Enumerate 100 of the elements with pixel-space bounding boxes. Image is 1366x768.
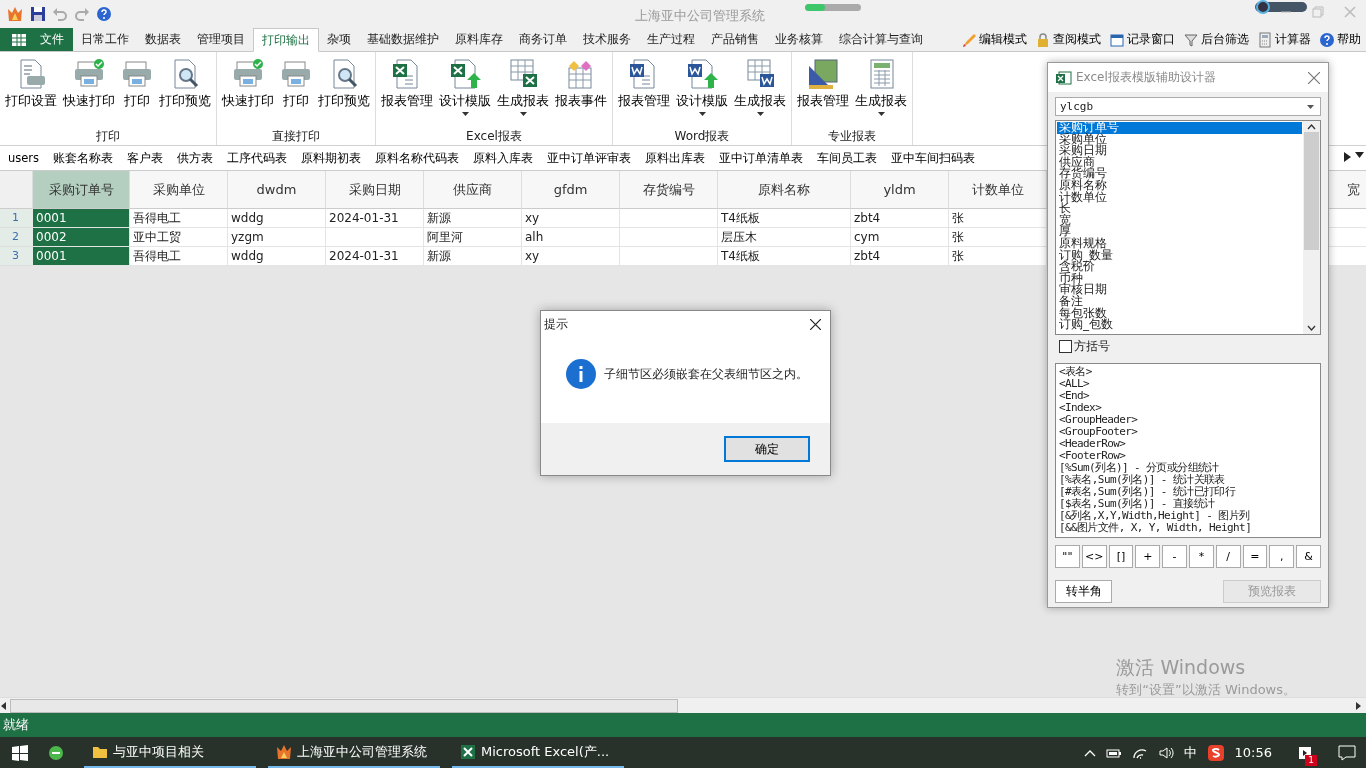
taskbar-button[interactable]: 上海亚中公司管理系统 bbox=[268, 737, 440, 768]
file-tab[interactable]: 文件 bbox=[0, 28, 73, 51]
menu-tab[interactable]: 业务核算 bbox=[767, 28, 831, 51]
sheet-tab[interactable]: 亚中车间扫码表 bbox=[883, 150, 982, 166]
snippet-line[interactable]: <FooterRow> bbox=[1059, 450, 1317, 462]
action-center-icon[interactable] bbox=[1338, 744, 1356, 761]
menu-tab[interactable]: 生产过程 bbox=[639, 28, 703, 51]
sheet-tab[interactable]: 供方表 bbox=[169, 150, 220, 166]
ribbon-button[interactable]: 报表管理 bbox=[380, 58, 434, 122]
save-icon[interactable] bbox=[30, 6, 46, 22]
next-icon[interactable] bbox=[1344, 152, 1351, 162]
sheet-tab[interactable]: 亚中订单评审表 bbox=[539, 150, 638, 166]
snippet-line[interactable]: <Index> bbox=[1059, 402, 1317, 414]
list-item[interactable]: 采购日期 bbox=[1057, 145, 1302, 157]
ribbon-button[interactable]: 打印预览 bbox=[158, 58, 212, 122]
menu-tab[interactable]: 日常工作 bbox=[73, 28, 137, 51]
close-icon[interactable] bbox=[810, 318, 821, 330]
input-method[interactable]: 中 bbox=[1183, 743, 1197, 762]
toolbar-button[interactable]: 查阅模式 bbox=[1033, 31, 1103, 48]
checkbox[interactable] bbox=[1059, 339, 1072, 353]
column-header[interactable]: 采购订单号 bbox=[33, 171, 130, 209]
toolbar-button[interactable]: 编辑模式 bbox=[959, 31, 1029, 48]
ok-button[interactable]: 确定 bbox=[724, 436, 810, 462]
scroll-left-icon[interactable] bbox=[0, 700, 8, 711]
ribbon-button[interactable]: 设计模版 bbox=[675, 58, 729, 122]
sheet-tab[interactable]: 工序代码表 bbox=[219, 150, 294, 166]
scroll-right-icon[interactable] bbox=[1354, 700, 1362, 711]
symbol-button[interactable]: & bbox=[1296, 545, 1321, 568]
taskbar-button[interactable]: Microsoft Excel(产... bbox=[452, 737, 624, 768]
slider-thumb[interactable] bbox=[1256, 0, 1271, 14]
sheet-tab[interactable]: 原料入库表 bbox=[465, 150, 540, 166]
clock-time[interactable]: 10:56 bbox=[1234, 745, 1272, 760]
panel-button[interactable]: 转半角 bbox=[1055, 580, 1112, 603]
zoom-slider[interactable] bbox=[1255, 2, 1307, 12]
symbol-button[interactable]: "" bbox=[1055, 545, 1080, 568]
list-item[interactable]: 原料名称 bbox=[1057, 179, 1302, 192]
symbol-button[interactable]: , bbox=[1269, 545, 1295, 568]
ribbon-button[interactable]: 报表管理 bbox=[796, 58, 850, 122]
snippet-line[interactable]: [%Sum(列名)] - 分页或分组统计 bbox=[1059, 462, 1317, 474]
ribbon-button[interactable]: 生成报表 bbox=[733, 58, 787, 122]
snippet-line[interactable]: <GroupHeader> bbox=[1059, 414, 1317, 426]
ribbon-button[interactable]: 快速打印 bbox=[62, 58, 116, 122]
list-item[interactable]: 宽 bbox=[1057, 214, 1302, 227]
browser-icon[interactable] bbox=[48, 744, 64, 761]
sheet-tab[interactable]: 车间员工表 bbox=[809, 150, 884, 166]
symbol-button[interactable]: = bbox=[1242, 545, 1268, 568]
ribbon-button[interactable]: 打印 bbox=[120, 58, 154, 122]
menu-tab[interactable]: 杂项 bbox=[319, 28, 359, 51]
menu-tab[interactable]: 打印输出 bbox=[253, 28, 319, 52]
list-item[interactable]: 长 bbox=[1057, 203, 1302, 215]
chevron-up-icon[interactable] bbox=[1083, 748, 1096, 757]
sogou-icon[interactable] bbox=[1206, 743, 1225, 762]
sheet-tab[interactable]: users bbox=[0, 151, 46, 165]
symbol-button[interactable]: / bbox=[1215, 545, 1241, 568]
menu-tab[interactable]: 综合计算与查询 bbox=[831, 28, 931, 51]
symbol-button[interactable]: <> bbox=[1081, 545, 1107, 568]
ribbon-button[interactable]: 报表管理 bbox=[617, 58, 671, 122]
snippet-line[interactable]: [&列名,X,Y,Width,Height] - 图片列 bbox=[1059, 510, 1317, 522]
ribbon-button[interactable]: 打印 bbox=[279, 58, 313, 122]
menu-tab[interactable]: 技术服务 bbox=[575, 28, 639, 51]
snippet-line[interactable]: <HeaderRow> bbox=[1059, 438, 1317, 450]
menu-tab[interactable]: 原料库存 bbox=[447, 28, 511, 51]
snippet-line[interactable]: [#表名,Sum(列名)] - 统计已打印行 bbox=[1059, 486, 1317, 498]
symbol-button[interactable]: - bbox=[1162, 545, 1187, 568]
snippet-line[interactable]: <表名> bbox=[1059, 366, 1317, 378]
toolbar-button[interactable]: 帮助 bbox=[1317, 31, 1363, 48]
menu-tab[interactable]: 数据表 bbox=[137, 28, 189, 51]
ribbon-button[interactable]: 快速打印 bbox=[221, 58, 275, 122]
menu-tab[interactable]: 商务订单 bbox=[511, 28, 575, 51]
sheet-tab[interactable]: 账套名称表 bbox=[45, 150, 120, 166]
toolbar-button[interactable]: 计算器 bbox=[1255, 31, 1313, 48]
scroll-up-icon[interactable] bbox=[1307, 124, 1316, 130]
scroll-down-icon[interactable] bbox=[1307, 325, 1316, 331]
list-item[interactable]: 计数单位 bbox=[1057, 191, 1302, 204]
taskbar-button[interactable]: 与亚中项目相关 bbox=[84, 737, 256, 768]
list-item[interactable]: 订购_数量 bbox=[1057, 249, 1302, 262]
symbol-button[interactable]: * bbox=[1189, 545, 1214, 568]
list-item[interactable]: 存货编号 bbox=[1057, 168, 1302, 180]
windows-start-icon[interactable] bbox=[12, 744, 28, 761]
list-item[interactable]: 原料规格 bbox=[1057, 237, 1302, 250]
ribbon-button[interactable]: 生成报表 bbox=[496, 58, 550, 122]
dropdown-icon[interactable] bbox=[1355, 152, 1364, 158]
list-item[interactable]: 审核日期 bbox=[1057, 284, 1302, 296]
volume-icon[interactable] bbox=[1157, 745, 1174, 760]
ribbon-button[interactable]: 打印设置 bbox=[4, 58, 58, 122]
snippet-line[interactable]: [$表名,Sum(列名)] - 直接统计 bbox=[1059, 498, 1317, 510]
sheet-tab[interactable]: 客户表 bbox=[119, 150, 170, 166]
list-item[interactable]: 备注 bbox=[1057, 295, 1302, 308]
ribbon-button[interactable]: 生成报表 bbox=[854, 58, 908, 122]
ribbon-button[interactable]: 打印预览 bbox=[317, 58, 371, 122]
list-item[interactable]: 厚 bbox=[1057, 226, 1302, 238]
snippet-line[interactable]: [&&图片文件, X, Y, Width, Height] bbox=[1059, 522, 1317, 534]
help-icon[interactable] bbox=[96, 6, 112, 22]
toolbar-button[interactable]: 记录窗口 bbox=[1107, 31, 1177, 48]
snippet-line[interactable]: <GroupFooter> bbox=[1059, 426, 1317, 438]
table-select[interactable]: ylcgb bbox=[1055, 97, 1321, 116]
symbol-button[interactable]: [] bbox=[1108, 545, 1134, 568]
menu-tab[interactable]: 基础数据维护 bbox=[359, 28, 447, 51]
symbol-button[interactable]: + bbox=[1135, 545, 1161, 568]
list-item[interactable]: 采购单位 bbox=[1057, 133, 1302, 146]
